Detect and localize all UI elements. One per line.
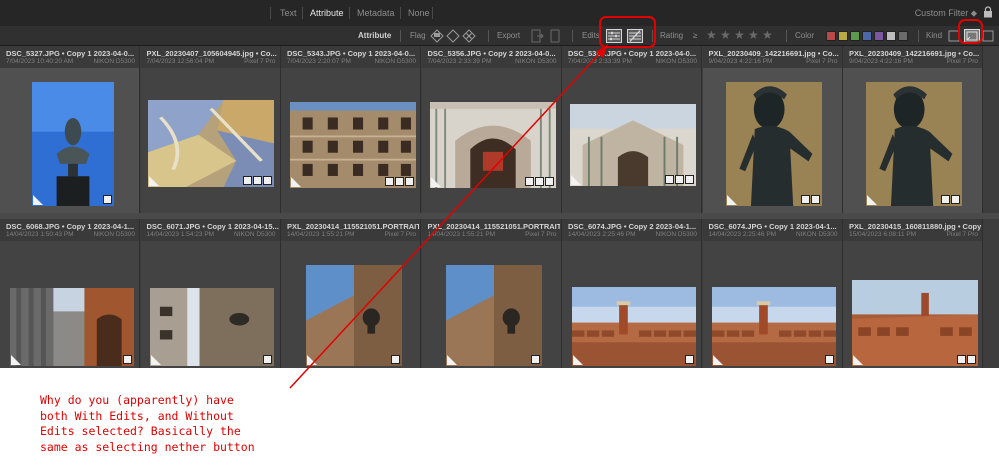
annotation-text: Why do you (apparently) have both With E… <box>40 393 255 454</box>
